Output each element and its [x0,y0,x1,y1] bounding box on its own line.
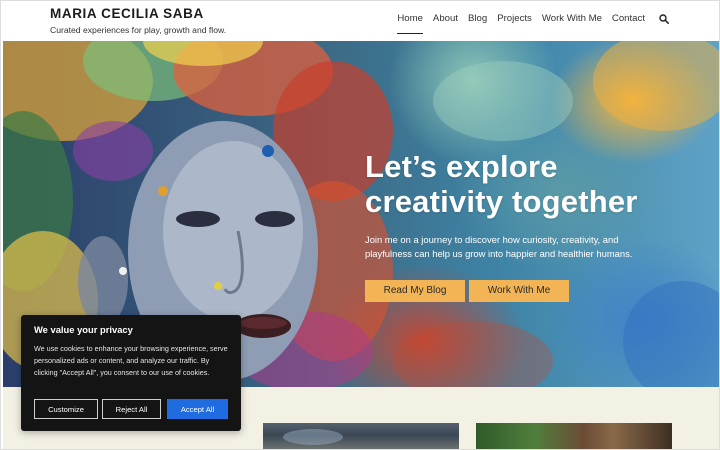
nav-contact[interactable]: Contact [612,13,645,28]
hero-text: Let’s explore creativity together Join m… [365,149,695,261]
accept-all-button[interactable]: Accept All [167,399,228,419]
site-tagline: Curated experiences for play, growth and… [50,25,227,35]
cookie-title: We value your privacy [34,324,133,335]
hero-subtitle: Join me on a journey to discover how cur… [365,234,633,259]
work-with-me-button[interactable]: Work With Me [469,280,569,302]
nav-projects[interactable]: Projects [497,13,532,28]
post-thumbnail-1[interactable] [263,423,459,449]
site-title[interactable]: MARIA CECILIA SABA [50,6,204,21]
post-thumbnail-2[interactable] [476,423,672,449]
cookie-text: We use cookies to enhance your browsing … [34,344,228,377]
hero-heading-line1: Let’s explore [365,149,558,184]
read-my-blog-button[interactable]: Read My Blog [365,280,465,302]
hero-heading-line2: creativity together [365,184,638,219]
site-header: MARIA CECILIA SABA Curated experiences f… [1,1,719,41]
page-frame: MARIA CECILIA SABA Curated experiences f… [0,0,720,450]
search-icon[interactable] [659,13,669,24]
nav-home[interactable]: Home [397,13,423,34]
cookie-buttons: Customize Reject All Accept All [34,399,228,419]
main-nav: Home About Blog Projects Work With Me Co… [387,13,669,34]
customize-button[interactable]: Customize [34,399,98,419]
cookie-consent-banner: We value your privacy We use cookies to … [21,315,241,431]
reject-all-button[interactable]: Reject All [102,399,161,419]
hero-heading: Let’s explore creativity together [365,149,695,219]
nav-about[interactable]: About [433,13,458,28]
hero-buttons: Read My Blog Work With Me [365,280,569,302]
nav-blog[interactable]: Blog [468,13,487,28]
nav-work-with-me[interactable]: Work With Me [542,13,602,28]
